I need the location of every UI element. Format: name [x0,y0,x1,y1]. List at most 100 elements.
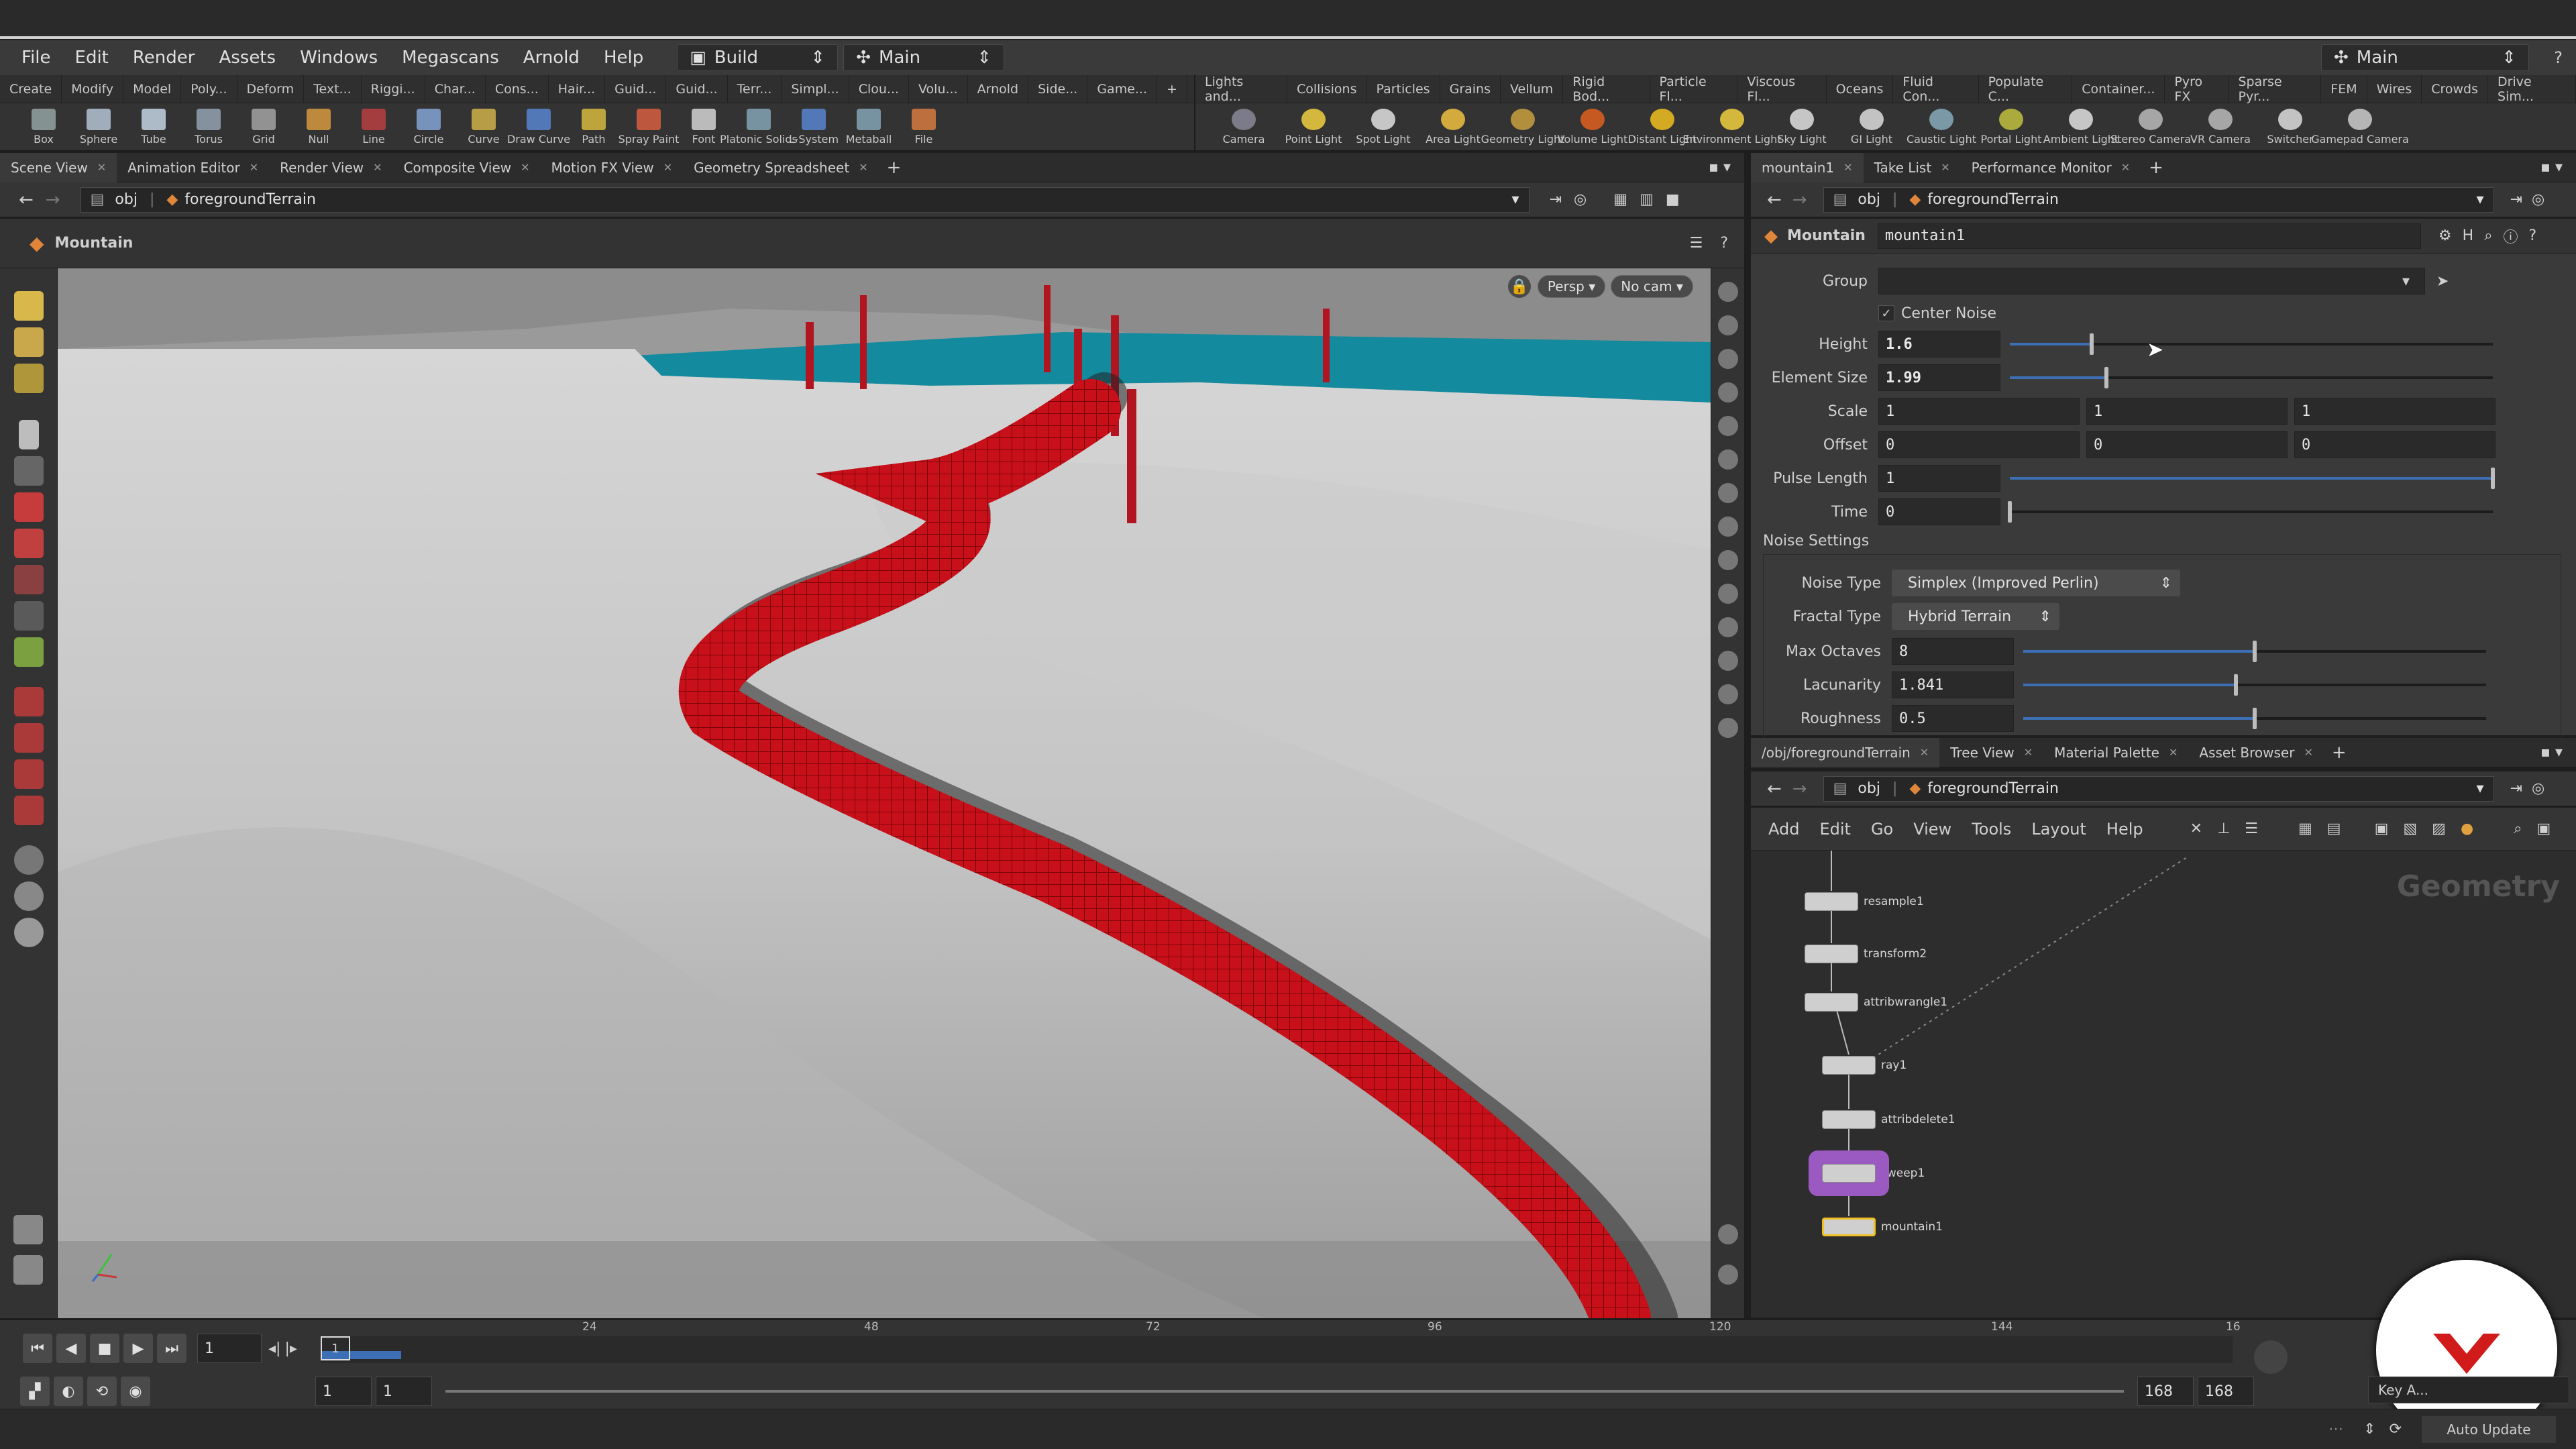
shelf-tab[interactable]: Particle Fl... [1650,74,1738,104]
realtime-icon[interactable]: ▞ [20,1377,50,1406]
shelf-tool[interactable]: Null [291,103,346,151]
step-back-icon[interactable]: ◂| [268,1340,280,1357]
chevron-down-icon[interactable]: ▾ [2477,191,2484,208]
view-tool-icon[interactable] [13,1255,43,1285]
shelf-tab[interactable]: Simpl... [782,74,849,103]
shelf-tool[interactable]: Sphere [71,103,126,151]
shelf-tool[interactable]: Geometry Light [1481,103,1564,151]
node-icon[interactable] [1822,1110,1876,1129]
wrench-icon[interactable]: ✕ [2190,820,2202,837]
shelf-tool[interactable]: Line [346,103,401,151]
add-shelf-icon[interactable]: + [1157,74,1187,103]
viewer-path-field[interactable]: ▤ obj | ◆ foregroundTerrain ▾ [80,186,1529,213]
network-node[interactable]: attribwrangle1 [1805,993,1947,1012]
network-menu-item[interactable]: Go [1871,820,1893,839]
network-node[interactable]: mountain1 [1822,1218,1943,1236]
shelf-tool[interactable]: Grid [236,103,291,151]
network-menu-item[interactable]: Edit [1819,820,1850,839]
pulse-length-slider-handle[interactable] [2491,468,2495,489]
path-node[interactable]: foregroundTerrain [1927,780,2059,797]
timeline-track[interactable]: 1 24 48 72 96 120 144 16 [321,1320,2241,1363]
display-icon[interactable] [1718,1265,1738,1285]
loop-icon[interactable]: ⟲ [87,1377,117,1406]
pane-tab[interactable]: Performance Monitor ✕ [1961,153,2141,182]
background-icon[interactable] [1717,718,1738,738]
pane-menu-icon[interactable]: ▪ ▾ [1709,159,1731,176]
uv-icon[interactable] [1717,550,1738,570]
time-slider[interactable] [2008,501,2493,523]
paint-icon[interactable] [13,1215,43,1244]
center-noise-checkbox[interactable]: ✓ [1878,305,1894,321]
pane-tab[interactable]: Render View ✕ [269,153,392,182]
shelf-tab[interactable]: Side... [1028,74,1088,103]
pane-tab[interactable]: Asset Browser ✕ [2188,738,2323,767]
grid-icon[interactable] [1717,651,1738,671]
noise-type-dropdown[interactable]: Simplex (Improved Perlin) ⇕ [1892,570,2180,596]
shelf-tab[interactable]: Container... [2072,74,2165,103]
visibility-icon[interactable] [1717,282,1738,302]
shelf-tab[interactable]: Text... [304,74,362,103]
key-icon[interactable] [2254,1340,2288,1374]
image-icon[interactable]: ▨ [2432,820,2446,837]
menu-edit[interactable]: Edit [75,48,109,68]
shelf-tab[interactable]: Modify [62,74,124,103]
close-icon[interactable]: ✕ [2121,161,2130,174]
search-icon[interactable]: ⌕ [2484,227,2492,244]
pin-pane-icon[interactable]: ⇥ [2510,780,2522,797]
shelf-tab[interactable]: Populate C... [1979,74,2073,104]
close-icon[interactable]: ✕ [1920,746,1929,759]
magnet-icon[interactable] [13,687,44,716]
shelf-tool[interactable]: Stereo Camera [2110,103,2191,151]
shelf-tab[interactable]: Sparse Pyr... [2229,74,2322,104]
orbit-icon[interactable] [13,881,44,911]
desktop-build-selector[interactable]: ▣ Build ⇕ [677,44,839,71]
close-icon[interactable]: ✕ [859,161,867,174]
shelf-tab[interactable]: Drive Sim... [2488,74,2576,104]
shelf-tab[interactable]: Model [123,74,182,103]
range-end-field[interactable]: 168 [2137,1377,2194,1406]
play-reverse-icon[interactable]: ◀ [56,1334,86,1363]
param-path-field[interactable]: ▤ obj | ◆ foregroundTerrain ▾ [1823,186,2494,213]
range-slider[interactable] [445,1390,2124,1393]
help-book-icon[interactable]: H [2463,227,2474,244]
shelf-tool[interactable]: Caustic Light [1907,103,1976,151]
shelf-tool[interactable]: Gamepad Camera [2311,103,2409,151]
shelf-tool[interactable]: Draw Curve [507,103,570,151]
pane-tab[interactable]: Animation Editor ✕ [117,153,269,182]
shelf-tab[interactable]: Guid... [605,74,667,103]
shelf-tool[interactable]: Point Light [1279,103,1348,151]
chevron-down-icon[interactable]: ▾ [2477,780,2484,797]
menu-windows[interactable]: Windows [300,48,378,68]
pane-tab[interactable]: /obj/foregroundTerrain ✕ [1751,737,1940,767]
menu-help[interactable]: Help [604,48,643,68]
shelf-tool[interactable]: Sky Light [1767,103,1837,151]
camera-icon[interactable] [13,845,44,875]
keys-selector[interactable]: Key A... [2368,1377,2569,1403]
range-start2-field[interactable]: 1 [376,1377,432,1406]
shelf-tool[interactable]: Area Light [1418,103,1488,151]
close-icon[interactable]: ✕ [2304,746,2312,759]
menu-file[interactable]: File [21,48,51,68]
text-icon[interactable] [1717,684,1738,704]
tile-view-icon[interactable]: ▤ [2327,820,2341,837]
pane-tab[interactable]: Scene View ✕ [0,152,117,182]
playhead[interactable]: 1 [321,1336,350,1360]
pane-tab[interactable]: Composite View ✕ [393,153,541,182]
pane-tab[interactable]: Geometry Spreadsheet ✕ [683,153,878,182]
current-frame-field[interactable]: 1 [197,1334,262,1363]
network-node[interactable]: resample1 [1805,892,1924,911]
network-node[interactable]: ray1 [1822,1056,1907,1075]
preview-icon[interactable]: ▣ [2536,820,2551,837]
update-mode-arrows-icon[interactable]: ⇕ [2363,1421,2375,1438]
close-icon[interactable]: ✕ [2169,746,2178,759]
offset-z-field[interactable]: 0 [2294,431,2496,458]
search-icon[interactable]: ⌕ [2514,820,2522,837]
lacunarity-slider-handle[interactable] [2234,674,2239,696]
node-icon[interactable] [1805,993,1858,1012]
lacunarity-slider[interactable] [2023,674,2486,696]
normals-icon[interactable] [1717,483,1738,503]
shelf-tool[interactable]: Spray Paint [619,103,679,151]
shelf-tab[interactable]: Viscous Fl... [1737,74,1827,104]
path-root[interactable]: obj [115,191,138,208]
play-icon[interactable]: ▶ [123,1334,153,1363]
